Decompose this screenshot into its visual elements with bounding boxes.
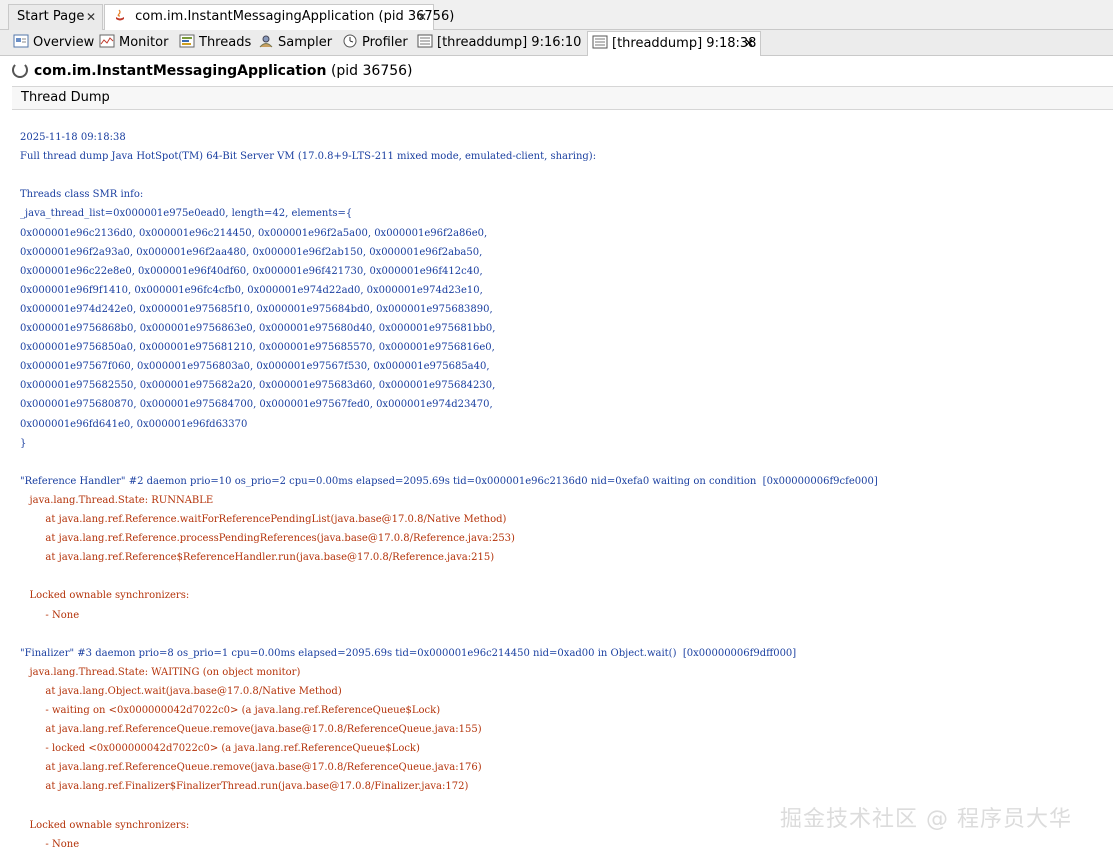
dump-line: 0x000001e97567f060, 0x000001e9756803a0, … (20, 361, 490, 373)
threaddump-icon (592, 34, 608, 49)
tab-label: Monitor (119, 35, 169, 50)
dump-line: - None (20, 609, 80, 621)
overview-icon (13, 33, 29, 48)
application-name: com.im.InstantMessagingApplication (34, 63, 327, 79)
document-tab-bar: Start Page ✕ com.im.InstantMessagingAppl… (0, 0, 1113, 31)
application-title: com.im.InstantMessagingApplication (pid … (12, 61, 413, 81)
view-tab-bar: Overview Monitor Threads Sampler Profile… (0, 30, 1113, 56)
tab-application[interactable]: com.im.InstantMessagingApplication (pid … (104, 4, 454, 31)
dump-line: at java.lang.ref.Reference.waitForRefere… (20, 514, 507, 525)
dump-line: at java.lang.ref.Reference$ReferenceHand… (20, 552, 495, 564)
dump-line: 2025-11-18 09:18:38 (20, 132, 126, 143)
dump-line: Locked ownable synchronizers: (20, 590, 190, 602)
section-header: Thread Dump (12, 86, 1113, 110)
dump-line: 0x000001e96f2a93a0, 0x000001e96f2aa480, … (20, 246, 483, 258)
tab-start-page[interactable]: Start Page ✕ (8, 4, 103, 30)
loading-icon (12, 62, 28, 78)
tab-threaddump-2[interactable]: [threaddump] 9:18:38 ✕ (587, 31, 761, 56)
dump-line: at java.lang.ref.ReferenceQueue.remove(j… (20, 762, 482, 774)
monitor-icon (99, 33, 115, 48)
dump-line: at java.lang.ref.Finalizer$FinalizerThre… (20, 781, 469, 793)
tab-label: com.im.InstantMessagingApplication (pid … (135, 9, 455, 24)
thread-dump-text[interactable]: 2025-11-18 09:18:38 Full thread dump Java… (20, 130, 1113, 853)
dump-line: 0x000001e9756868b0, 0x000001e9756863e0, … (20, 323, 496, 334)
tab-label: Start Page (17, 9, 85, 24)
dump-line: java.lang.Thread.State: WAITING (on obje… (20, 666, 301, 678)
tab-label: [threaddump] 9:16:10 (437, 35, 582, 50)
dump-line: Full thread dump Java HotSpot(TM) 64-Bit… (20, 151, 597, 163)
threaddump-icon (417, 33, 433, 48)
close-icon[interactable]: ✕ (744, 32, 754, 55)
tab-label: Threads (199, 35, 252, 50)
dump-line: 0x000001e96c22e8e0, 0x000001e96f40df60, … (20, 265, 483, 277)
tab-monitor[interactable]: Monitor (95, 31, 168, 55)
dump-line: } (20, 437, 27, 449)
sampler-icon (258, 33, 274, 48)
dump-line: _java_thread_list=0x000001e975e0ead0, le… (20, 208, 353, 220)
dump-line: 0x000001e975682550, 0x000001e975682a20, … (20, 380, 496, 392)
dump-line: - locked <0x000000042d7022c0> (a java.la… (20, 743, 420, 755)
dump-line: Threads class SMR info: (20, 189, 144, 201)
dump-line: "Reference Handler" #2 daemon prio=10 os… (20, 475, 878, 487)
close-icon[interactable]: ✕ (417, 5, 427, 29)
tab-overview[interactable]: Overview (9, 31, 94, 55)
dump-line: Locked ownable synchronizers: (20, 819, 190, 831)
tab-threads[interactable]: Threads (175, 31, 251, 55)
dump-line: - waiting on <0x000000042d7022c0> (a jav… (20, 705, 441, 716)
dump-line: 0x000001e9756850a0, 0x000001e975681210, … (20, 342, 495, 354)
dump-line: "Finalizer" #3 daemon prio=8 os_prio=1 c… (20, 647, 797, 659)
tab-profiler[interactable]: Profiler (338, 31, 408, 55)
dump-line: at java.lang.Object.wait(java.base@17.0.… (20, 685, 342, 697)
close-icon[interactable]: ✕ (86, 5, 96, 29)
tab-label: [threaddump] 9:18:38 (612, 36, 757, 51)
tab-label: Profiler (362, 35, 408, 50)
watermark: 掘金技术社区 @ 程序员大华 (780, 807, 1072, 832)
dump-line: 0x000001e96c2136d0, 0x000001e96c214450, … (20, 227, 488, 239)
dump-line: 0x000001e975680870, 0x000001e975684700, … (20, 399, 493, 411)
tab-label: Sampler (278, 35, 333, 50)
tab-sampler[interactable]: Sampler (254, 31, 332, 55)
dump-line: java.lang.Thread.State: RUNNABLE (20, 494, 214, 506)
tab-threaddump-1[interactable]: [threaddump] 9:16:10 (413, 31, 581, 55)
threads-icon (179, 33, 195, 48)
section-title: Thread Dump (21, 90, 110, 105)
application-pid: (pid 36756) (330, 63, 413, 79)
java-app-icon (113, 7, 127, 21)
dump-line: 0x000001e96f9f1410, 0x000001e96fc4cfb0, … (20, 284, 483, 296)
dump-line: at java.lang.ref.Reference.processPendin… (20, 533, 515, 545)
dump-line: 0x000001e96fd641e0, 0x000001e96fd63370 (20, 418, 248, 430)
dump-line: 0x000001e974d242e0, 0x000001e975685f10, … (20, 303, 493, 315)
profiler-icon (342, 33, 358, 48)
tab-label: Overview (33, 35, 95, 50)
dump-line: at java.lang.ref.ReferenceQueue.remove(j… (20, 724, 482, 736)
dump-line: - None (20, 838, 80, 850)
